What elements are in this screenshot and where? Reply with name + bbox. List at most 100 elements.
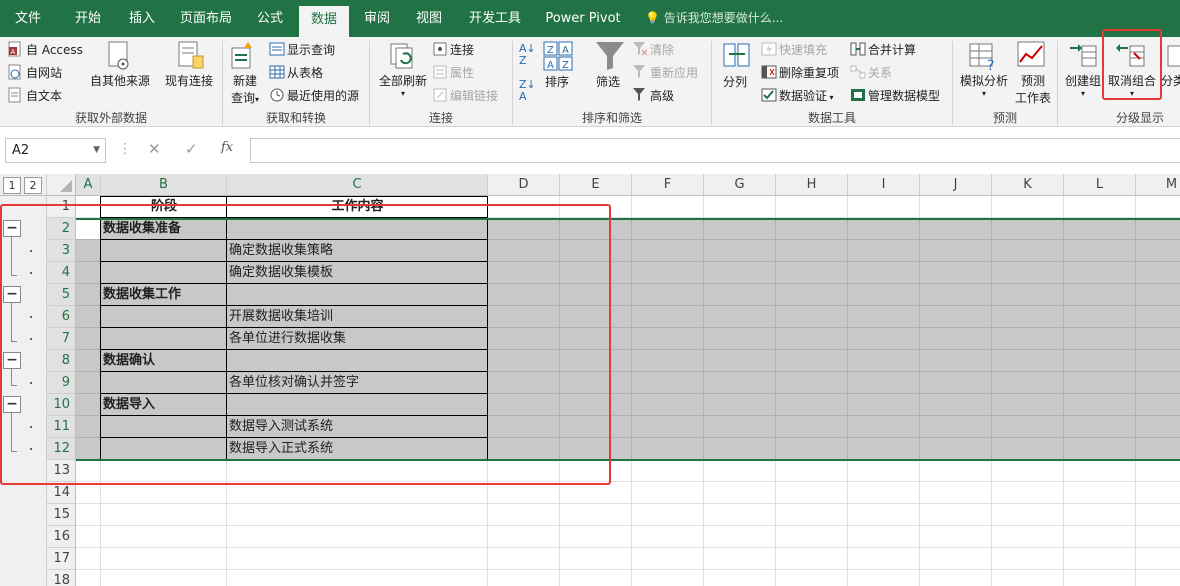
cancel-icon[interactable]: ✕ bbox=[148, 140, 161, 158]
column-header-i[interactable]: I bbox=[848, 174, 920, 196]
sort-descending-button[interactable]: Z↓ A bbox=[519, 79, 536, 103]
cell-b[interactable] bbox=[101, 504, 227, 526]
properties-button[interactable]: 属性 bbox=[432, 64, 474, 81]
enter-icon[interactable]: ✓ bbox=[185, 140, 198, 158]
row-header[interactable]: 14 bbox=[47, 482, 76, 504]
sort-button[interactable]: 排序 bbox=[545, 73, 569, 90]
table-row bbox=[76, 548, 1180, 570]
row-header[interactable]: 15 bbox=[47, 504, 76, 526]
tab-home[interactable]: 开始 bbox=[62, 0, 114, 37]
tab-developer[interactable]: 开发工具 bbox=[460, 0, 530, 37]
gridline bbox=[559, 548, 560, 570]
svg-text:Z: Z bbox=[547, 45, 554, 56]
column-header-d[interactable]: D bbox=[488, 174, 560, 196]
from-table-button[interactable]: 从表格 bbox=[269, 64, 323, 81]
recent-sources-button[interactable]: 最近使用的源 bbox=[269, 87, 359, 104]
tab-data[interactable]: 数据 bbox=[299, 6, 349, 37]
insert-function-icon[interactable]: fx bbox=[221, 140, 233, 155]
gridline bbox=[703, 218, 704, 240]
gridline bbox=[775, 350, 776, 372]
column-header-k[interactable]: K bbox=[992, 174, 1064, 196]
cell-c[interactable] bbox=[227, 570, 488, 586]
tab-page-layout[interactable]: 页面布局 bbox=[172, 0, 240, 37]
cell-c[interactable] bbox=[227, 504, 488, 526]
consolidate-button[interactable]: 合并计算 bbox=[850, 41, 916, 58]
existing-connections-button[interactable]: 现有连接 bbox=[162, 72, 216, 89]
cell-c[interactable] bbox=[227, 482, 488, 504]
column-header-a[interactable]: A bbox=[76, 174, 101, 196]
cell-c[interactable] bbox=[227, 526, 488, 548]
group-button[interactable]: 创建组 ▾ bbox=[1063, 72, 1103, 98]
tab-review[interactable]: 审阅 bbox=[354, 0, 400, 37]
gridline bbox=[703, 262, 704, 284]
row-header[interactable]: 16 bbox=[47, 526, 76, 548]
name-box[interactable]: A2 ▼ bbox=[5, 138, 106, 163]
tab-insert[interactable]: 插入 bbox=[116, 0, 168, 37]
column-header-g[interactable]: G bbox=[704, 174, 776, 196]
column-header-e[interactable]: E bbox=[560, 174, 632, 196]
gridline bbox=[631, 526, 632, 548]
sort-ascending-button[interactable]: A↓ Z bbox=[519, 43, 536, 67]
cell-c[interactable] bbox=[227, 548, 488, 570]
column-header-l[interactable]: L bbox=[1064, 174, 1136, 196]
lightbulb-icon: 💡 bbox=[645, 11, 660, 25]
row-header[interactable]: 17 bbox=[47, 548, 76, 570]
gridline bbox=[1135, 526, 1136, 548]
new-query-button[interactable]: 新建 查询▾ bbox=[230, 72, 260, 106]
forecast-sheet-button[interactable]: 预测 工作表 bbox=[1014, 72, 1052, 106]
cell-b[interactable] bbox=[101, 570, 227, 586]
gridline bbox=[919, 350, 920, 372]
formula-input[interactable] bbox=[250, 138, 1180, 163]
properties-icon bbox=[433, 65, 447, 79]
edit-links-button[interactable]: 编辑链接 bbox=[432, 87, 498, 104]
relationships-button[interactable]: 关系 bbox=[850, 64, 892, 81]
subtotal-button[interactable]: 分类 bbox=[1161, 72, 1180, 89]
ribbon: A自 Access 自网站 自文本 自其他来源 现有连接 获取外部数据 新建 查… bbox=[0, 37, 1180, 127]
outline-level-2-button[interactable]: 2 bbox=[24, 177, 42, 194]
web-icon bbox=[8, 64, 21, 80]
tell-me-search[interactable]: 💡 告诉我您想要做什么... bbox=[645, 0, 783, 37]
manage-data-model-button[interactable]: 管理数据模型 bbox=[850, 87, 940, 104]
cell-b[interactable] bbox=[101, 526, 227, 548]
cell-b[interactable] bbox=[101, 482, 227, 504]
outline-level-1-button[interactable]: 1 bbox=[3, 177, 21, 194]
connections-button[interactable]: 连接 bbox=[432, 41, 474, 58]
column-header-c[interactable]: C bbox=[227, 174, 488, 196]
column-header-b[interactable]: B bbox=[101, 174, 227, 196]
text-to-columns-button[interactable]: 分列 bbox=[723, 73, 747, 90]
from-text-button[interactable]: 自文本 bbox=[8, 87, 62, 104]
refresh-all-button[interactable]: 全部刷新 ▾ bbox=[376, 72, 430, 98]
gridline bbox=[631, 570, 632, 586]
formula-bar: A2 ▼ ⋮ ✕ ✓ fx bbox=[0, 128, 1180, 174]
tab-power-pivot[interactable]: Power Pivot bbox=[540, 0, 626, 37]
svg-text:A: A bbox=[547, 60, 554, 71]
column-header-m[interactable]: M bbox=[1136, 174, 1180, 196]
flash-fill-button[interactable]: 快速填充 bbox=[761, 41, 827, 58]
gridline bbox=[991, 350, 992, 372]
from-web-button[interactable]: 自网站 bbox=[8, 64, 62, 81]
clear-filter-button[interactable]: 清除 bbox=[632, 41, 674, 58]
tab-formulas[interactable]: 公式 bbox=[246, 0, 294, 37]
what-if-button[interactable]: 模拟分析 ▾ bbox=[958, 72, 1010, 98]
data-validation-button[interactable]: 数据验证 ▾ bbox=[761, 87, 834, 104]
row-header[interactable]: 18 bbox=[47, 570, 76, 586]
other-sources-button[interactable]: 自其他来源 bbox=[89, 72, 151, 89]
show-queries-button[interactable]: 显示查询 bbox=[269, 41, 335, 58]
column-header-j[interactable]: J bbox=[920, 174, 992, 196]
select-all-corner[interactable] bbox=[47, 174, 76, 196]
gridline bbox=[559, 526, 560, 548]
column-header-h[interactable]: H bbox=[776, 174, 848, 196]
gridline bbox=[775, 416, 776, 438]
gridline bbox=[1135, 570, 1136, 586]
gridline bbox=[1063, 416, 1064, 438]
advanced-filter-button[interactable]: 高级 bbox=[632, 87, 674, 104]
from-access-button[interactable]: A自 Access bbox=[8, 41, 83, 58]
ungroup-highlight bbox=[1102, 29, 1162, 100]
tab-view[interactable]: 视图 bbox=[406, 0, 452, 37]
filter-button[interactable]: 筛选 bbox=[596, 73, 620, 90]
remove-duplicates-button[interactable]: 删除重复项 bbox=[761, 64, 839, 81]
column-header-f[interactable]: F bbox=[632, 174, 704, 196]
reapply-button[interactable]: 重新应用 bbox=[632, 64, 698, 81]
cell-b[interactable] bbox=[101, 548, 227, 570]
tab-file[interactable]: 文件 bbox=[0, 0, 56, 37]
